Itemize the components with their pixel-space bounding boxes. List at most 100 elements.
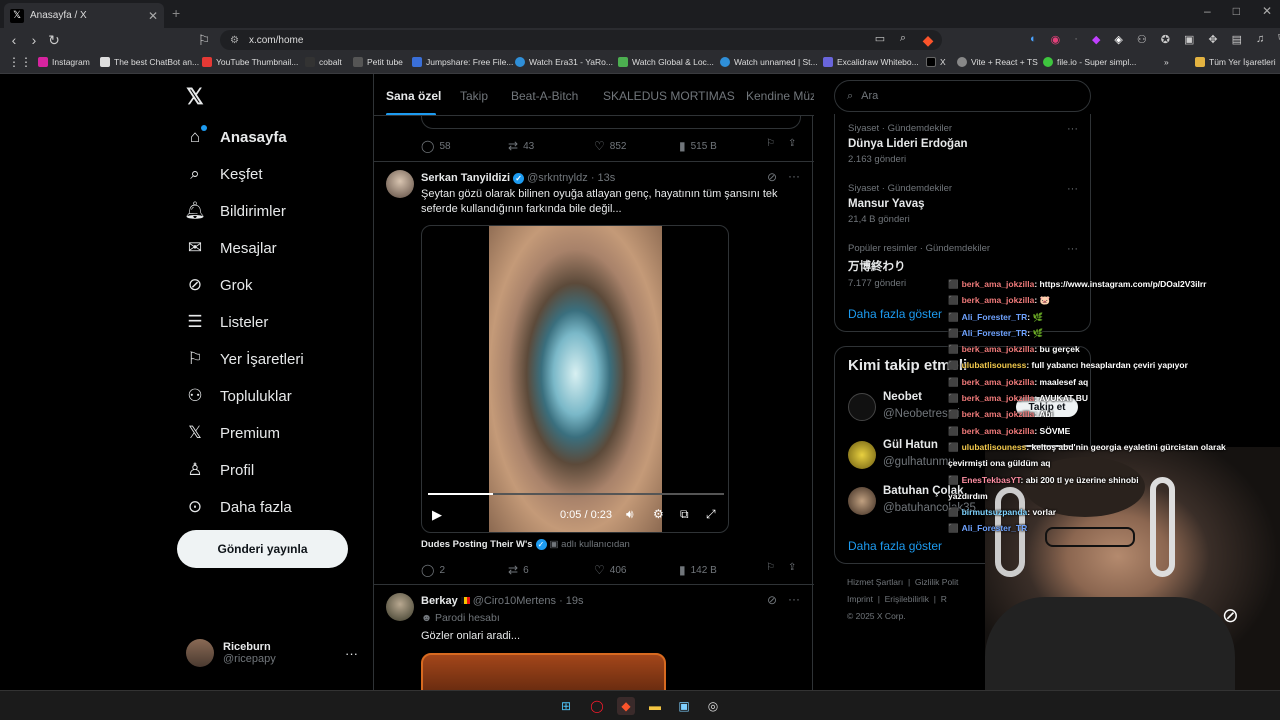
reply-button[interactable]: ◯ 58 [421, 139, 451, 153]
brave-shield-icon[interactable]: ◆ [920, 32, 936, 49]
sidebar-item-bookmarks[interactable]: ⚐ Yer İşaretleri [184, 348, 303, 370]
bookmark-item[interactable]: file.io - Super simpl... [1043, 57, 1136, 67]
sidebar-item-messages[interactable]: ✉ Mesajlar [184, 237, 277, 259]
bookmark-icon[interactable]: ⚐ [766, 138, 775, 149]
bookmark-item[interactable]: The best ChatBot an... [100, 57, 199, 67]
post-button[interactable]: Gönderi yayınla [177, 530, 348, 568]
tab-list[interactable]: SKALEDUS MORTIMAS [603, 89, 735, 103]
bookmark-item[interactable]: X [926, 57, 946, 67]
extension-icon[interactable]: ▣ [1184, 33, 1194, 46]
tab-list[interactable]: Kendine Müz [746, 89, 814, 103]
bookmark-item[interactable]: Petit tube [353, 57, 403, 67]
tab-list[interactable]: Beat-A-Bitch [511, 89, 578, 103]
tweet-handle[interactable]: @Ciro10Mertens [473, 595, 556, 607]
trend-item[interactable]: Siyaset · Gündemdekiler Mansur Yavaş 21,… [848, 183, 1078, 225]
opera-icon[interactable]: ◯ [588, 697, 606, 715]
close-tab-icon[interactable]: ✕ [148, 9, 158, 23]
tweet-author[interactable]: Serkan Tanyildizi [421, 172, 510, 184]
reply-button[interactable]: ◯ 2 [421, 563, 445, 577]
zoom-icon[interactable]: ⌕ [895, 32, 911, 45]
settings-icon[interactable]: ⚙ [653, 507, 664, 521]
video-progress[interactable] [428, 493, 724, 495]
browser-tab[interactable]: 𝕏 Anasayfa / X ✕ [4, 3, 164, 28]
sidebar-item-profile[interactable]: ♙ Profil [184, 459, 254, 481]
sidebar-item-explore[interactable]: ⌕ Keşfet [184, 163, 262, 185]
tweet[interactable]: Serkan Tanyildizi ✓ @srkntnyldz · 13s ⊘ ··… [374, 162, 814, 584]
bookmark-item[interactable]: Excalidraw Whitebo... [823, 57, 919, 67]
tab-for-you[interactable]: Sana özel [386, 89, 441, 103]
views-button[interactable]: ▮ 515 B [679, 139, 717, 153]
brave-icon[interactable]: ◆ [617, 697, 635, 715]
bookmark-item[interactable]: Instagram [38, 57, 90, 67]
tweet-time[interactable]: · 13s [591, 172, 615, 184]
video-source[interactable]: Dudes Posting Their W's ✓ ▣ adlı kullanıcı… [421, 539, 630, 550]
tweet-time[interactable]: · 19s [559, 595, 583, 607]
grok-float-icon[interactable]: ⊘ [1222, 603, 1239, 628]
obs-icon[interactable]: ◎ [704, 697, 722, 715]
tweet-image[interactable] [421, 653, 666, 690]
repost-button[interactable]: ⇄ 43 [508, 139, 534, 153]
grok-icon[interactable]: ⊘ [767, 170, 777, 184]
extension-icon[interactable]: ⚇ [1137, 33, 1147, 46]
sidebar-item-lists[interactable]: ☰ Listeler [184, 311, 268, 333]
volume-icon[interactable]: 🔊︎ [626, 507, 634, 522]
bookmarks-overflow-icon[interactable]: » [1164, 57, 1169, 67]
tab-following[interactable]: Takip [460, 89, 488, 103]
bookmark-item[interactable]: Watch Global & Loc... [618, 57, 714, 67]
sidebar-item-more[interactable]: ⊙ Daha fazla [184, 496, 292, 518]
play-icon[interactable]: ▶ [432, 507, 442, 523]
more-dots-icon[interactable]: ··· [1067, 243, 1078, 255]
repost-button[interactable]: ⇄ 6 [508, 563, 529, 577]
search-input[interactable]: ⌕ Ara [834, 80, 1091, 112]
puzzle-icon[interactable]: ✥ [1208, 33, 1217, 46]
extension-icon[interactable]: ◆ [1092, 33, 1100, 46]
more-dots-icon[interactable]: ··· [788, 169, 800, 183]
avatar[interactable] [386, 593, 414, 621]
x-logo-icon[interactable]: 𝕏 [186, 84, 204, 110]
bookmark-page-icon[interactable]: ⚐ [196, 32, 212, 49]
video-player[interactable]: ▶ 0:05 / 0:23 🔊︎ ⚙ ⧉ ⤢ [421, 225, 729, 533]
bookmark-item[interactable]: Jumpshare: Free File... [412, 57, 513, 67]
show-more-link[interactable]: Daha fazla göster [848, 539, 942, 553]
sidebar-item-premium[interactable]: 𝕏 Premium [184, 422, 280, 444]
extension-icon[interactable]: ✪ [1161, 33, 1170, 46]
tweet[interactable]: Berkay @Ciro10Mertens · 19s ⊘ ··· ☻ Parod… [374, 585, 814, 690]
bookmark-item[interactable]: Vite + React + TS [957, 57, 1038, 67]
fullscreen-icon[interactable]: ⤢ [706, 507, 716, 522]
window-close-icon[interactable]: ✕ [1262, 4, 1272, 18]
more-dots-icon[interactable]: ··· [788, 592, 800, 606]
extension-icon[interactable]: ◐ [1030, 33, 1037, 46]
photos-icon[interactable]: ▣ [675, 697, 693, 715]
site-info-icon[interactable]: ⚙ [230, 35, 239, 46]
apps-icon[interactable]: ⋮⋮ [8, 55, 32, 69]
sidebar-item-grok[interactable]: ⊘ Grok [184, 274, 253, 296]
like-button[interactable]: ♡ 852 [594, 139, 626, 153]
bookmark-item[interactable]: YouTube Thumbnail... [202, 57, 298, 67]
account-switcher[interactable]: Riceburn @ricepapy [186, 639, 276, 667]
like-button[interactable]: ♡ 406 [594, 563, 626, 577]
tweet-handle[interactable]: @srkntnyldz [527, 172, 588, 184]
views-button[interactable]: ▮ 142 B [679, 563, 717, 577]
cast-icon[interactable]: ▭ [872, 32, 888, 45]
share-icon[interactable]: ⇪ [788, 562, 796, 573]
trend-item[interactable]: Siyaset · Gündemdekiler Dünya Lideri Erd… [848, 123, 1078, 165]
tweet-author[interactable]: Berkay [421, 595, 458, 607]
more-dots-icon[interactable]: ··· [345, 646, 358, 661]
bookmark-item[interactable]: cobalt [305, 57, 342, 67]
address-bar[interactable]: ⚙ x.com/home [220, 30, 942, 50]
new-tab-icon[interactable]: + [172, 5, 180, 21]
all-bookmarks[interactable]: Tüm Yer İşaretleri [1195, 57, 1276, 67]
music-icon[interactable]: ♫ [1256, 33, 1264, 46]
sidebar-item-communities[interactable]: ⚇ Topluluklar [184, 385, 291, 407]
share-icon[interactable]: ⇪ [788, 138, 796, 149]
show-more-link[interactable]: Daha fazla göster [848, 307, 942, 321]
forward-icon[interactable]: › [26, 32, 42, 48]
bookmark-item[interactable]: Watch Era31 - YaRo... [515, 57, 613, 67]
more-dots-icon[interactable]: ··· [1067, 183, 1078, 195]
maximize-icon[interactable]: □ [1233, 4, 1240, 18]
sidebar-item-home[interactable]: ⌂ Anasayfa [184, 126, 287, 148]
avatar[interactable] [386, 170, 414, 198]
minimize-icon[interactable]: – [1204, 4, 1211, 18]
bookmark-item[interactable]: Watch unnamed | St... [720, 57, 818, 67]
back-icon[interactable]: ‹ [6, 32, 22, 48]
